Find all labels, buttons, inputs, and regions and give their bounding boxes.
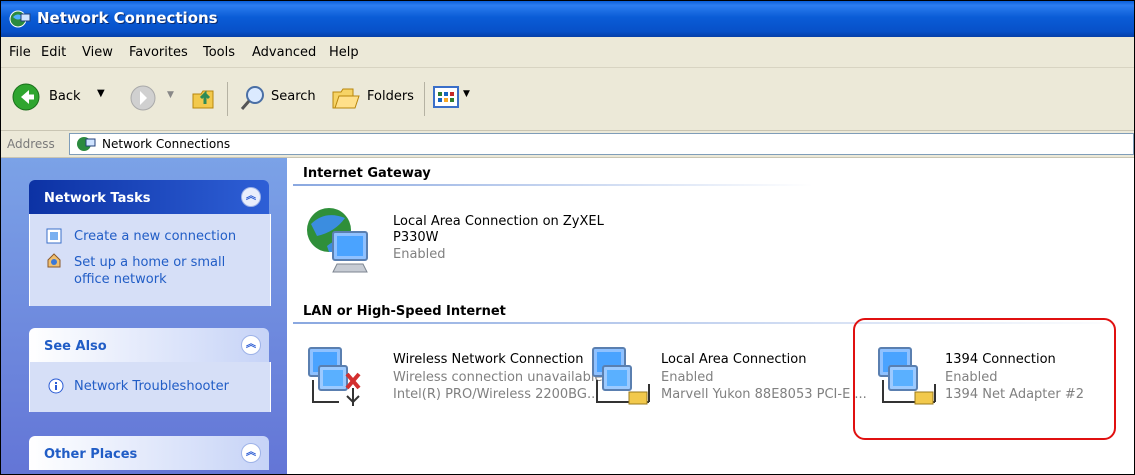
window-title: Network Connections (37, 9, 218, 27)
address-field[interactable]: Network Connections (69, 133, 1134, 155)
menu-help[interactable]: Help (329, 45, 359, 60)
create-new-connection-link[interactable]: Create a new connection (74, 228, 236, 245)
search-label: Search (271, 89, 316, 104)
forward-arrow-icon[interactable] (129, 84, 157, 112)
group-title-lan: LAN or High-Speed Internet (303, 304, 506, 319)
connection-device: Marvell Yukon 88E8053 PCI-E ... (661, 387, 867, 402)
address-label: Address (7, 137, 55, 151)
dropdown-arrow-icon[interactable]: ▼ (97, 88, 105, 99)
network-tasks-header[interactable]: Network Tasks ︽ (29, 180, 269, 214)
task-pane: Network Tasks ︽ Create a new connection … (1, 158, 287, 474)
connection-name: Local Area Connection on ZyXEL P330W (393, 214, 604, 245)
network-troubleshooter-link[interactable]: Network Troubleshooter (74, 378, 229, 395)
menu-edit[interactable]: Edit (41, 45, 66, 60)
back-button[interactable]: Back ▼ (9, 80, 119, 116)
connection-name: Local Area Connection (661, 352, 807, 367)
home-network-icon (47, 253, 61, 268)
collapse-chevron-icon[interactable]: ︽ (241, 335, 261, 355)
address-bar: Address Network Connections (1, 131, 1134, 158)
up-folder-icon[interactable] (189, 82, 219, 112)
connection-status: Wireless connection unavailable (393, 370, 603, 385)
menu-view[interactable]: View (82, 45, 113, 60)
back-label: Back (49, 89, 81, 104)
network-tasks-body: Create a new connection Set up a home or… (29, 214, 271, 306)
new-connection-icon (46, 228, 62, 244)
network-connections-icon (9, 10, 31, 28)
see-also-header[interactable]: See Also ︽ (29, 328, 269, 362)
network-tasks-title: Network Tasks (44, 191, 151, 206)
toolbar: Back ▼ ▼ Search Folders ▼ (1, 68, 1134, 131)
menu-file[interactable]: File (9, 45, 31, 60)
menu-tools[interactable]: Tools (203, 45, 235, 60)
connection-name: Wireless Network Connection (393, 352, 584, 367)
title-bar[interactable]: Network Connections (1, 1, 1134, 37)
search-icon (240, 86, 264, 110)
connection-status: Enabled (393, 247, 446, 262)
window: Network Connections File Edit View Favor… (0, 0, 1135, 475)
connection-status: Enabled (661, 370, 714, 385)
group-divider (293, 184, 813, 186)
address-value: Network Connections (102, 137, 231, 151)
views-icon (433, 86, 459, 108)
folders-label: Folders (367, 89, 414, 104)
home-network-link[interactable]: Set up a home or small office network (74, 254, 254, 288)
wireless-disconnected-icon (308, 347, 361, 406)
connection-item[interactable]: Wireless Network Connection Wireless con… (305, 344, 602, 414)
other-places-title: Other Places (44, 447, 138, 462)
folders-icon (332, 88, 360, 109)
connection-item[interactable]: Local Area Connection Enabled Marvell Yu… (589, 344, 869, 414)
views-button[interactable]: ▼ (433, 85, 477, 111)
views-dropdown-icon: ▼ (463, 89, 470, 99)
collapse-chevron-icon[interactable]: ︽ (241, 187, 261, 207)
info-icon (48, 378, 64, 394)
menu-bar: File Edit View Favorites Tools Advanced … (1, 37, 1134, 68)
menu-advanced[interactable]: Advanced (252, 45, 316, 60)
group-title-internet-gateway: Internet Gateway (303, 166, 431, 181)
highlight-box (853, 318, 1116, 440)
see-also-body: Network Troubleshooter (29, 362, 271, 412)
search-button[interactable]: Search (237, 80, 317, 116)
forward-dropdown-icon[interactable]: ▼ (167, 90, 174, 100)
collapse-chevron-icon[interactable]: ︽ (241, 443, 261, 463)
gateway-connection-icon (307, 208, 368, 273)
menu-favorites[interactable]: Favorites (129, 45, 188, 60)
back-arrow-icon (12, 83, 40, 111)
see-also-title: See Also (44, 339, 107, 354)
connection-item[interactable]: Local Area Connection on ZyXEL P330W Ena… (305, 206, 645, 286)
other-places-header[interactable]: Other Places ︽ (29, 436, 269, 470)
lan-connection-icon (592, 347, 650, 405)
connection-device: Intel(R) PRO/Wireless 2200BG... (393, 387, 600, 402)
folders-button[interactable]: Folders (331, 80, 416, 116)
network-connections-icon (77, 137, 96, 151)
